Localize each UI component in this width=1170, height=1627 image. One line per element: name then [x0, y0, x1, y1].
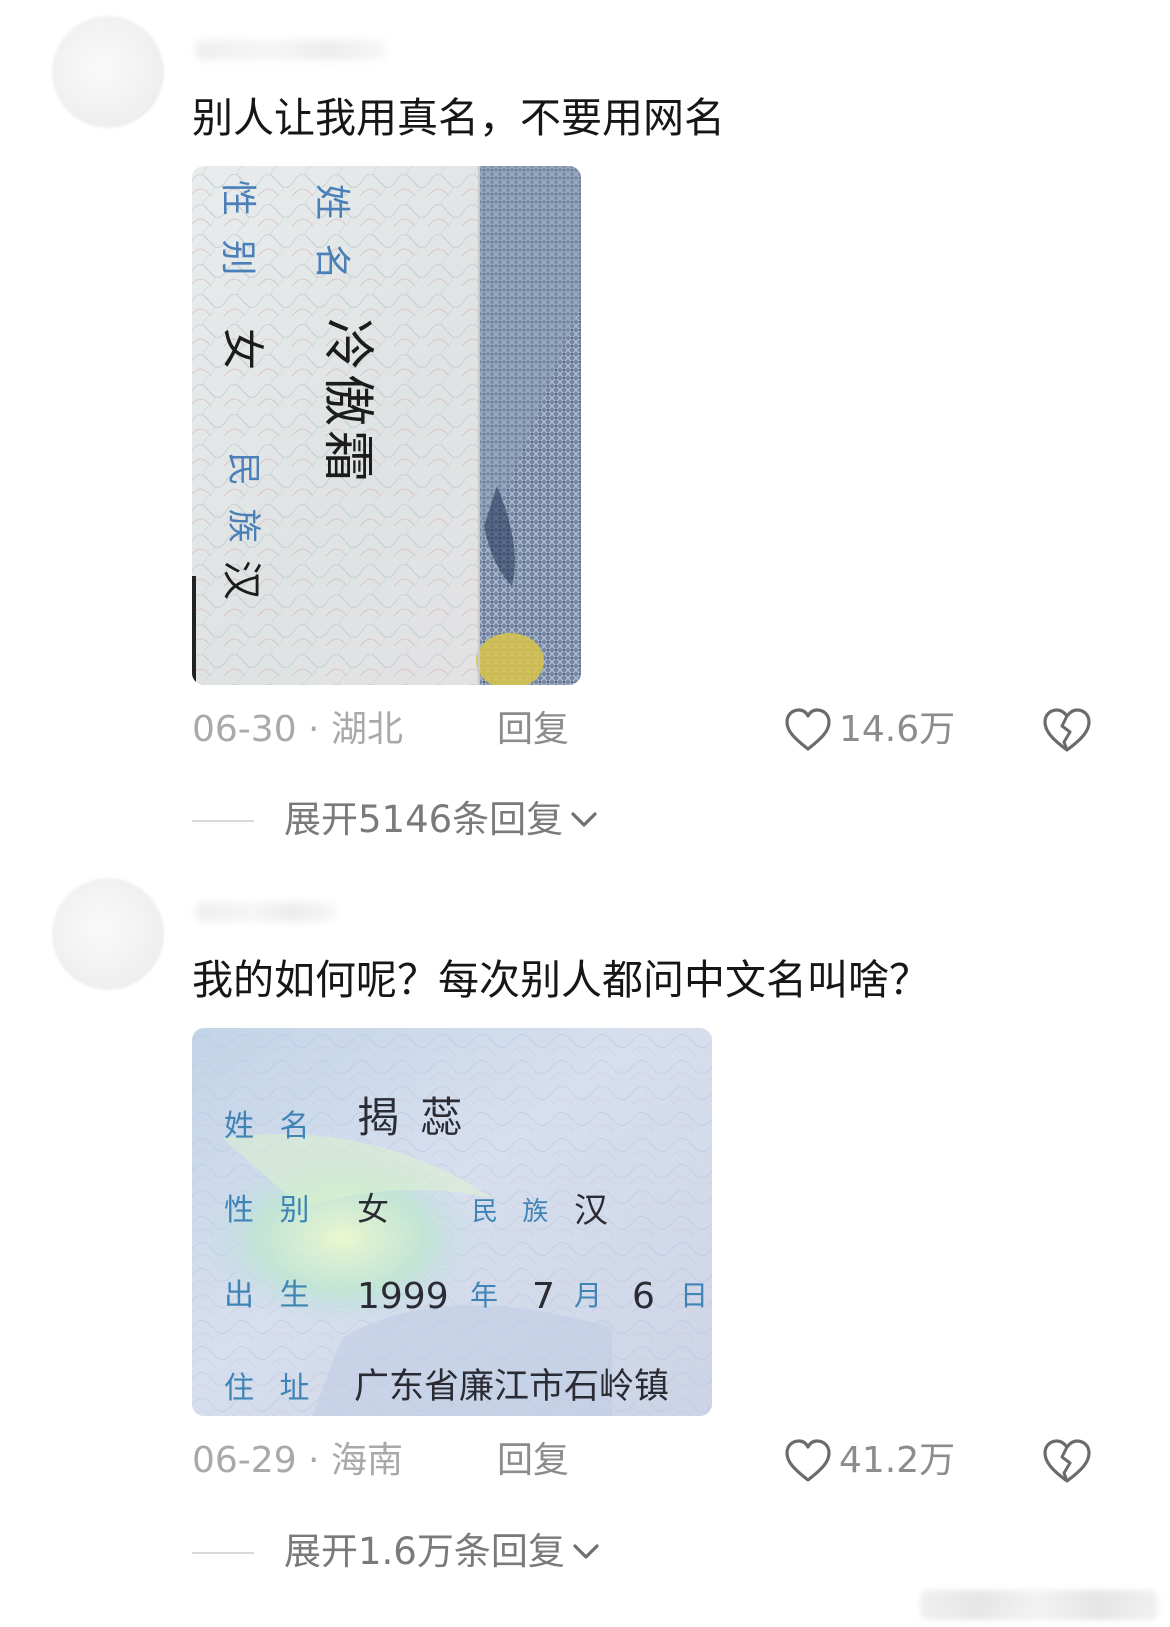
comment-meta: 06-29 · 海南 [192, 1436, 403, 1486]
id-card-photo: 姓 名 揭 蕊 性 别 女 民 族 汉 出 生 1999 年 7 月 6 日 住… [192, 1028, 712, 1416]
username-blurred[interactable] [196, 902, 336, 922]
comment-date: 06-30 [192, 709, 297, 750]
comment-text: 我的如何呢？每次别人都问中文名叫啥？ [192, 956, 930, 1004]
card-label-ethnicity: 民 族 [223, 452, 263, 549]
card-value-name: 揭 蕊 [357, 1093, 466, 1142]
card-label-gender: 性 别 [217, 180, 258, 281]
comment-image[interactable]: 姓 名 冷傲霜 性 别 女 民 族 汉 [192, 166, 581, 685]
heart-outline-icon [785, 708, 831, 751]
comment-text: 别人让我用真名，不要用网名 [192, 94, 725, 142]
id-card-photo: 姓 名 冷傲霜 性 别 女 民 族 汉 [192, 166, 581, 685]
username-blurred[interactable] [196, 40, 386, 60]
card-birth-day: 6 [632, 1276, 655, 1317]
card-year-char: 年 [470, 1279, 498, 1312]
avatar[interactable] [52, 16, 164, 128]
card-value-gender: 女 [218, 328, 267, 370]
meta-separator: · [296, 709, 331, 750]
card-day-char: 日 [680, 1279, 708, 1312]
card-birth-year: 1999 [357, 1276, 449, 1317]
comment-date: 06-29 [192, 1440, 297, 1481]
reply-button[interactable]: 回复 [497, 1436, 569, 1486]
comment-meta: 06-30 · 湖北 [192, 705, 403, 755]
card-label-gender: 性 别 [224, 1193, 318, 1228]
card-value-ethnicity: 汉 [574, 1191, 608, 1231]
card-label-name: 姓 名 [311, 184, 352, 285]
heart-outline-icon [785, 1439, 831, 1482]
card-label-ethnicity: 民 族 [472, 1197, 556, 1227]
chevron-down-icon [573, 1544, 599, 1559]
watermark [920, 1590, 1158, 1620]
card-label-name: 姓 名 [224, 1109, 318, 1144]
chevron-down-icon [571, 812, 597, 827]
avatar[interactable] [52, 878, 164, 990]
reply-button[interactable]: 回复 [497, 705, 569, 755]
card-value-gender: 女 [357, 1190, 389, 1228]
card-label-address: 住 址 [224, 1371, 318, 1406]
card-label-birth: 出 生 [224, 1278, 318, 1313]
comment-image[interactable]: 姓 名 揭 蕊 性 别 女 民 族 汉 出 生 1999 年 7 月 6 日 住… [192, 1028, 712, 1416]
like-count: 14.6万 [839, 709, 956, 750]
like-count: 41.2万 [839, 1440, 956, 1481]
card-month-char: 月 [574, 1279, 602, 1312]
meta-separator: · [296, 1440, 331, 1481]
comment-location: 湖北 [330, 709, 403, 750]
card-value-name: 冷傲霜 [317, 318, 377, 486]
divider-line [192, 1552, 254, 1554]
broken-heart-icon[interactable] [1042, 1437, 1092, 1485]
card-birth-month: 7 [532, 1276, 555, 1317]
divider-line [192, 820, 254, 822]
broken-heart-icon[interactable] [1042, 706, 1092, 754]
expand-replies-label: 展开5146条回复 [284, 798, 564, 841]
card-value-address: 广东省廉江市石岭镇 [354, 1367, 669, 1407]
card-value-ethnicity: 汉 [218, 560, 264, 600]
expand-replies-label: 展开1.6万条回复 [284, 1530, 565, 1573]
comment-location: 海南 [330, 1440, 403, 1481]
